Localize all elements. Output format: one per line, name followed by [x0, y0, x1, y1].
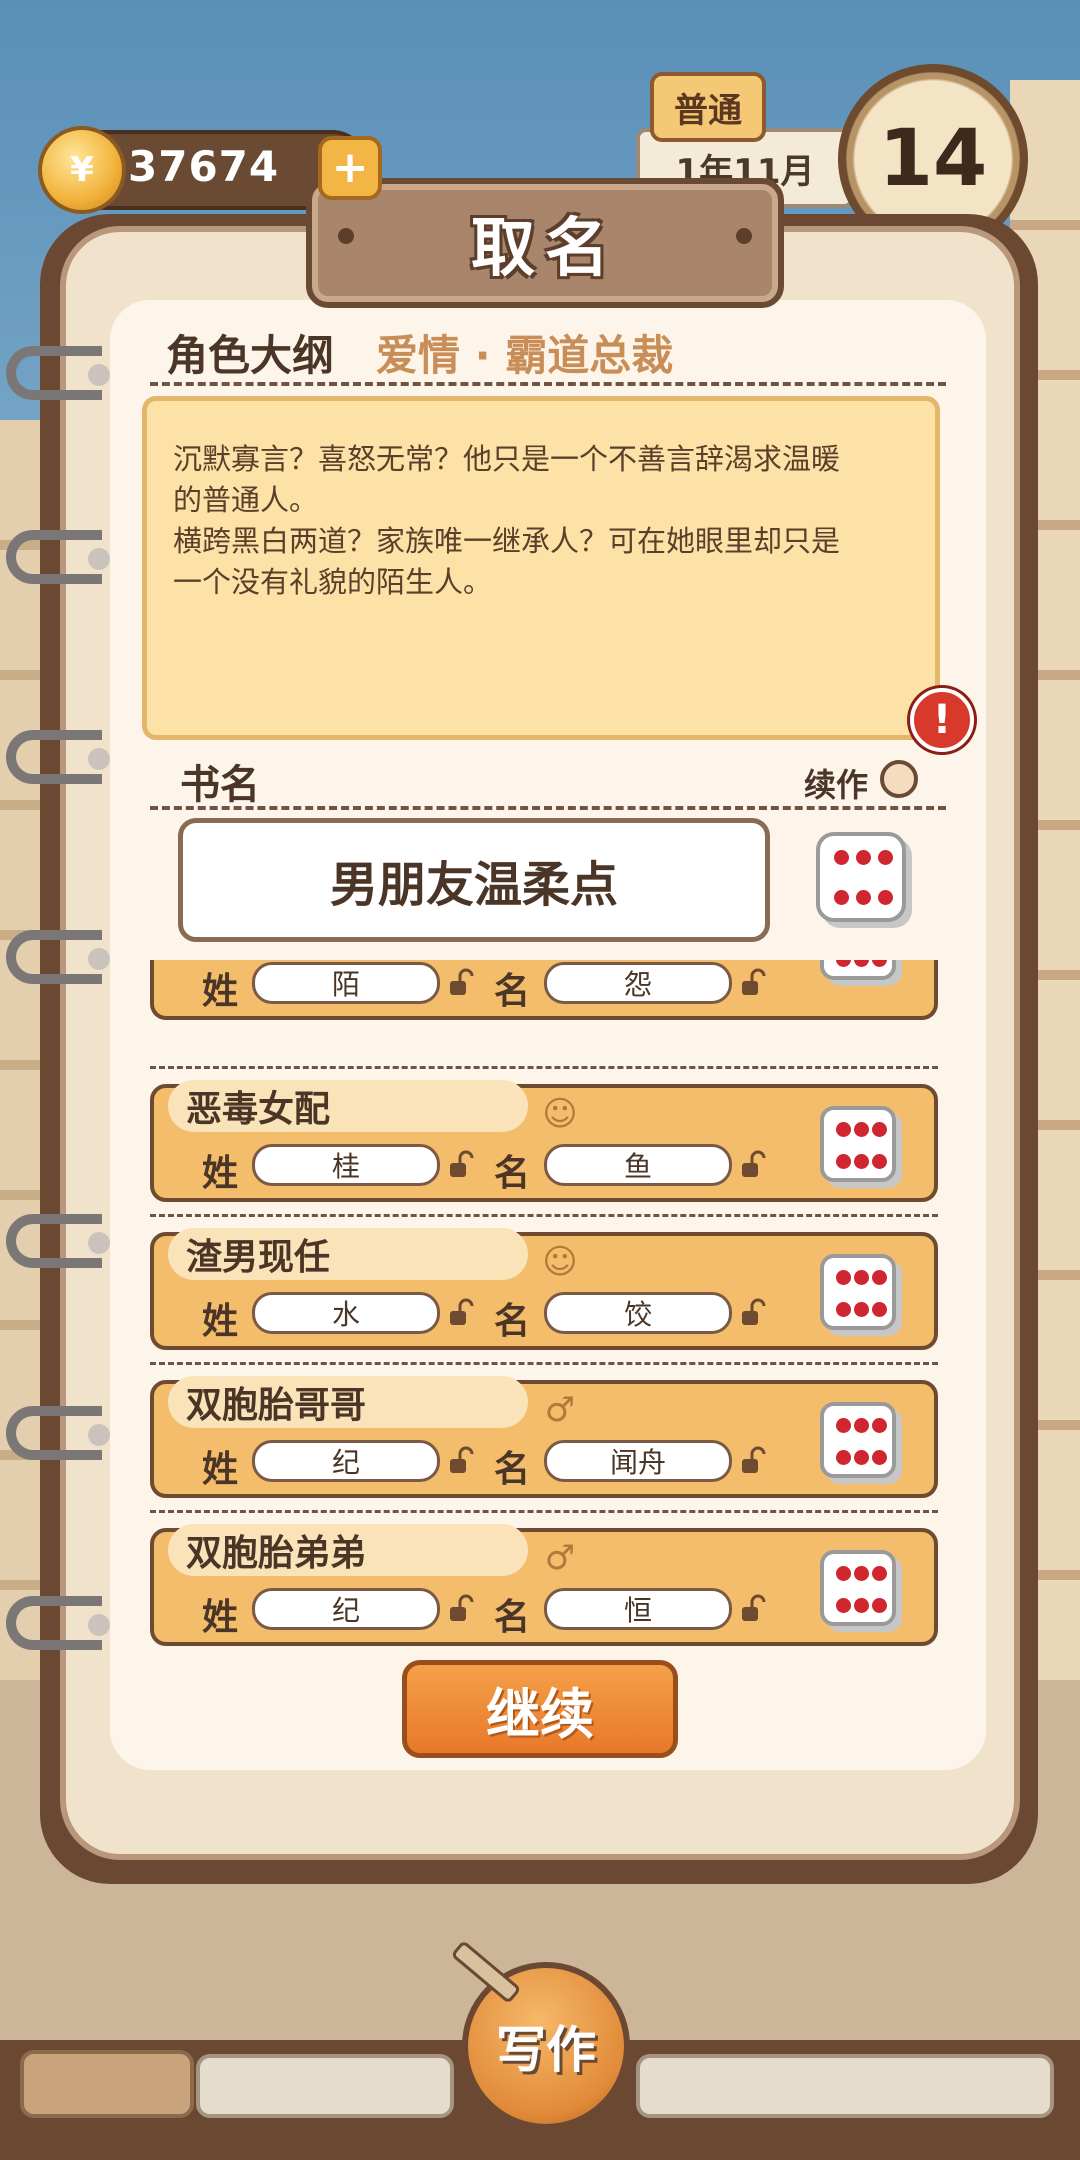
unlock-icon[interactable]: [740, 1150, 768, 1180]
random-name-dice-icon[interactable]: [820, 1106, 896, 1182]
binder-ring-icon: [6, 1406, 110, 1460]
character-card: 渣男 ☺ 姓 陌 名 怨: [150, 960, 938, 1020]
divider: [150, 1510, 938, 1513]
given-name-field[interactable]: 怨: [544, 962, 732, 1004]
banner-rivet-icon: [736, 228, 752, 244]
male-icon: ♂: [544, 1390, 576, 1430]
given-name-label: 名: [494, 1301, 531, 1342]
random-name-dice-icon[interactable]: [820, 960, 896, 980]
divider: [150, 1066, 938, 1069]
coin-count: 37674: [128, 142, 280, 191]
unlock-icon[interactable]: [448, 1446, 476, 1476]
binder-ring-icon: [6, 1214, 110, 1268]
female-x-icon: ☺: [542, 1094, 578, 1134]
outline-text: 沉默寡言？喜怒无常？他只是一个不善言辞渴求温暖 的普通人。 横跨黑白两道？家族唯…: [173, 442, 841, 599]
binder-ring-icon: [6, 1596, 110, 1650]
sequel-label: 续作: [804, 766, 869, 804]
book-name-field[interactable]: 男朋友温柔点: [178, 818, 770, 942]
binder-ring-icon: [6, 930, 110, 984]
surname-field[interactable]: 陌: [252, 962, 440, 1004]
bottom-slot[interactable]: [636, 2054, 1054, 2118]
given-name-label: 名: [494, 1153, 531, 1194]
dialog-title: 取名: [471, 212, 619, 286]
bottom-slot[interactable]: [196, 2054, 454, 2118]
book-name-label: 书名: [180, 762, 260, 808]
unlock-icon[interactable]: [448, 1298, 476, 1328]
coin-icon: ¥: [38, 126, 126, 214]
character-card: 恶毒女配 ☺ 姓 桂 名 鱼: [150, 1080, 938, 1202]
random-name-dice-icon[interactable]: [820, 1402, 896, 1478]
continue-button[interactable]: 继续: [402, 1660, 678, 1758]
surname-field[interactable]: 纪: [252, 1440, 440, 1482]
write-button[interactable]: 写作: [462, 1962, 630, 2130]
role-label: 恶毒女配: [168, 1080, 528, 1132]
title-banner: 取名: [306, 178, 784, 308]
surname-field[interactable]: 桂: [252, 1144, 440, 1186]
unlock-icon[interactable]: [740, 1446, 768, 1476]
character-list[interactable]: 渣男 ☺ 姓 陌 名 怨 恶毒女配 ☺ 姓 桂 名 鱼 渣男现任 ☺ 姓 水 名: [150, 960, 940, 1660]
unlock-icon[interactable]: [448, 968, 476, 998]
binder-ring-icon: [6, 530, 110, 584]
given-name-field[interactable]: 恒: [544, 1588, 732, 1630]
given-name-field[interactable]: 饺: [544, 1292, 732, 1334]
alert-icon[interactable]: !: [910, 688, 974, 752]
difficulty-badge: 普通: [650, 72, 766, 142]
divider: [150, 382, 946, 386]
outline-label: 角色大纲: [166, 331, 335, 380]
outline-genre: 爱情 · 霸道总裁: [376, 331, 674, 380]
given-name-label: 名: [494, 971, 531, 1012]
unlock-icon[interactable]: [740, 1298, 768, 1328]
surname-label: 姓: [202, 1449, 239, 1490]
surname-label: 姓: [202, 971, 239, 1012]
unlock-icon[interactable]: [448, 1594, 476, 1624]
male-icon: ♂: [544, 1538, 576, 1578]
divider: [150, 1214, 938, 1217]
surname-label: 姓: [202, 1597, 239, 1638]
binder-ring-icon: [6, 730, 110, 784]
sequel-radio[interactable]: [880, 760, 918, 798]
random-book-name-dice-icon[interactable]: [816, 832, 906, 922]
given-name-label: 名: [494, 1597, 531, 1638]
given-name-label: 名: [494, 1449, 531, 1490]
divider: [150, 806, 946, 810]
divider: [150, 1362, 938, 1365]
given-name-field[interactable]: 鱼: [544, 1144, 732, 1186]
surname-label: 姓: [202, 1153, 239, 1194]
banner-rivet-icon: [338, 228, 354, 244]
unlock-icon[interactable]: [740, 968, 768, 998]
character-card: 渣男现任 ☺ 姓 水 名 饺: [150, 1228, 938, 1350]
surname-field[interactable]: 纪: [252, 1588, 440, 1630]
unlock-icon[interactable]: [740, 1594, 768, 1624]
female-x-icon: ☺: [542, 1242, 578, 1282]
role-label: 渣男现任: [168, 1228, 528, 1280]
role-label: 双胞胎哥哥: [168, 1376, 528, 1428]
role-label: 双胞胎弟弟: [168, 1524, 528, 1576]
binder-ring-icon: [6, 346, 110, 400]
bottom-slot[interactable]: [20, 2050, 194, 2118]
unlock-icon[interactable]: [448, 1150, 476, 1180]
outline-box: 沉默寡言？喜怒无常？他只是一个不善言辞渴求温暖 的普通人。 横跨黑白两道？家族唯…: [142, 396, 940, 740]
given-name-field[interactable]: 闻舟: [544, 1440, 732, 1482]
random-name-dice-icon[interactable]: [820, 1254, 896, 1330]
surname-field[interactable]: 水: [252, 1292, 440, 1334]
random-name-dice-icon[interactable]: [820, 1550, 896, 1626]
character-card: 双胞胎弟弟 ♂ 姓 纪 名 恒: [150, 1524, 938, 1646]
surname-label: 姓: [202, 1301, 239, 1342]
character-card: 双胞胎哥哥 ♂ 姓 纪 名 闻舟: [150, 1376, 938, 1498]
add-coins-button[interactable]: +: [318, 136, 382, 200]
